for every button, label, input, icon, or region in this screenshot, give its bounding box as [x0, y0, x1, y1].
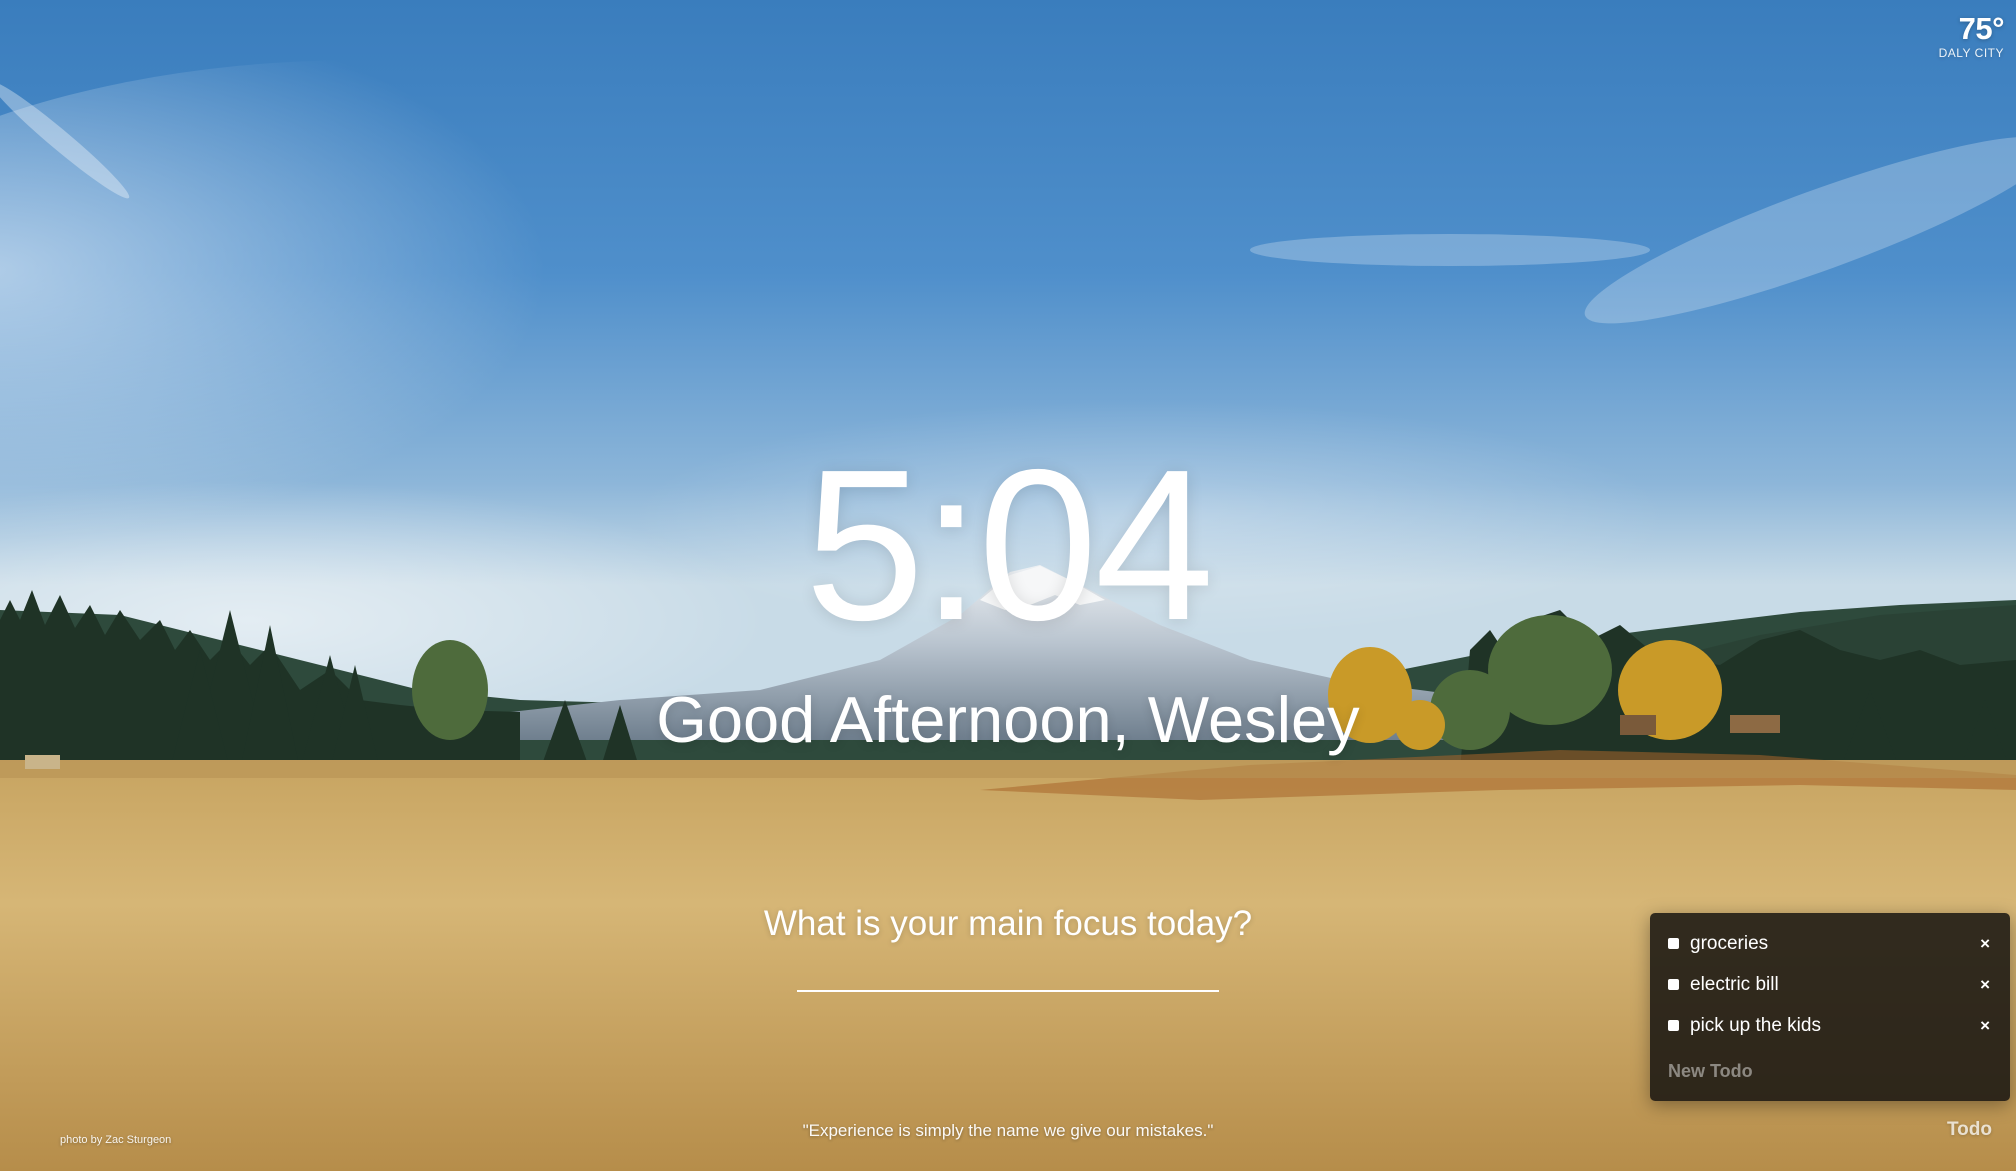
close-icon[interactable]: ×	[1980, 964, 1990, 1005]
todo-checkbox[interactable]	[1668, 1020, 1679, 1031]
focus-input[interactable]	[797, 948, 1219, 992]
close-icon[interactable]: ×	[1980, 1005, 1990, 1046]
greeting-text: Good Afternoon, Wesley	[656, 683, 1360, 756]
todo-item[interactable]: groceries ×	[1650, 923, 2010, 964]
close-icon[interactable]: ×	[1980, 923, 1990, 964]
todo-item[interactable]: pick up the kids ×	[1650, 1005, 2010, 1046]
momentum-dashboard: 75° DALY CITY 5:04 Good Afternoon, Wesle…	[0, 0, 2016, 1171]
todo-toggle-button[interactable]: Todo	[1947, 1119, 1992, 1141]
clock-time: 5:04	[804, 424, 1214, 665]
todo-checkbox[interactable]	[1668, 938, 1679, 949]
weather-temperature[interactable]: 75°	[1939, 12, 2005, 46]
todo-item[interactable]: electric bill ×	[1650, 964, 2010, 1005]
weather-widget[interactable]: 75° DALY CITY	[1938, 12, 2005, 61]
todo-item-text[interactable]: electric bill	[1690, 974, 2010, 996]
todo-panel: groceries × electric bill × pick up the …	[1650, 913, 2010, 1101]
todo-item-text[interactable]: pick up the kids	[1690, 1015, 2010, 1037]
new-todo-input[interactable]	[1668, 1057, 1988, 1085]
weather-city: DALY CITY	[1938, 46, 2004, 60]
quote-text[interactable]: "Experience is simply the name we give o…	[0, 1121, 2016, 1141]
todo-checkbox[interactable]	[1668, 979, 1679, 990]
todo-item-text[interactable]: groceries	[1690, 933, 2010, 955]
todo-list: groceries × electric bill × pick up the …	[1650, 923, 2010, 1046]
